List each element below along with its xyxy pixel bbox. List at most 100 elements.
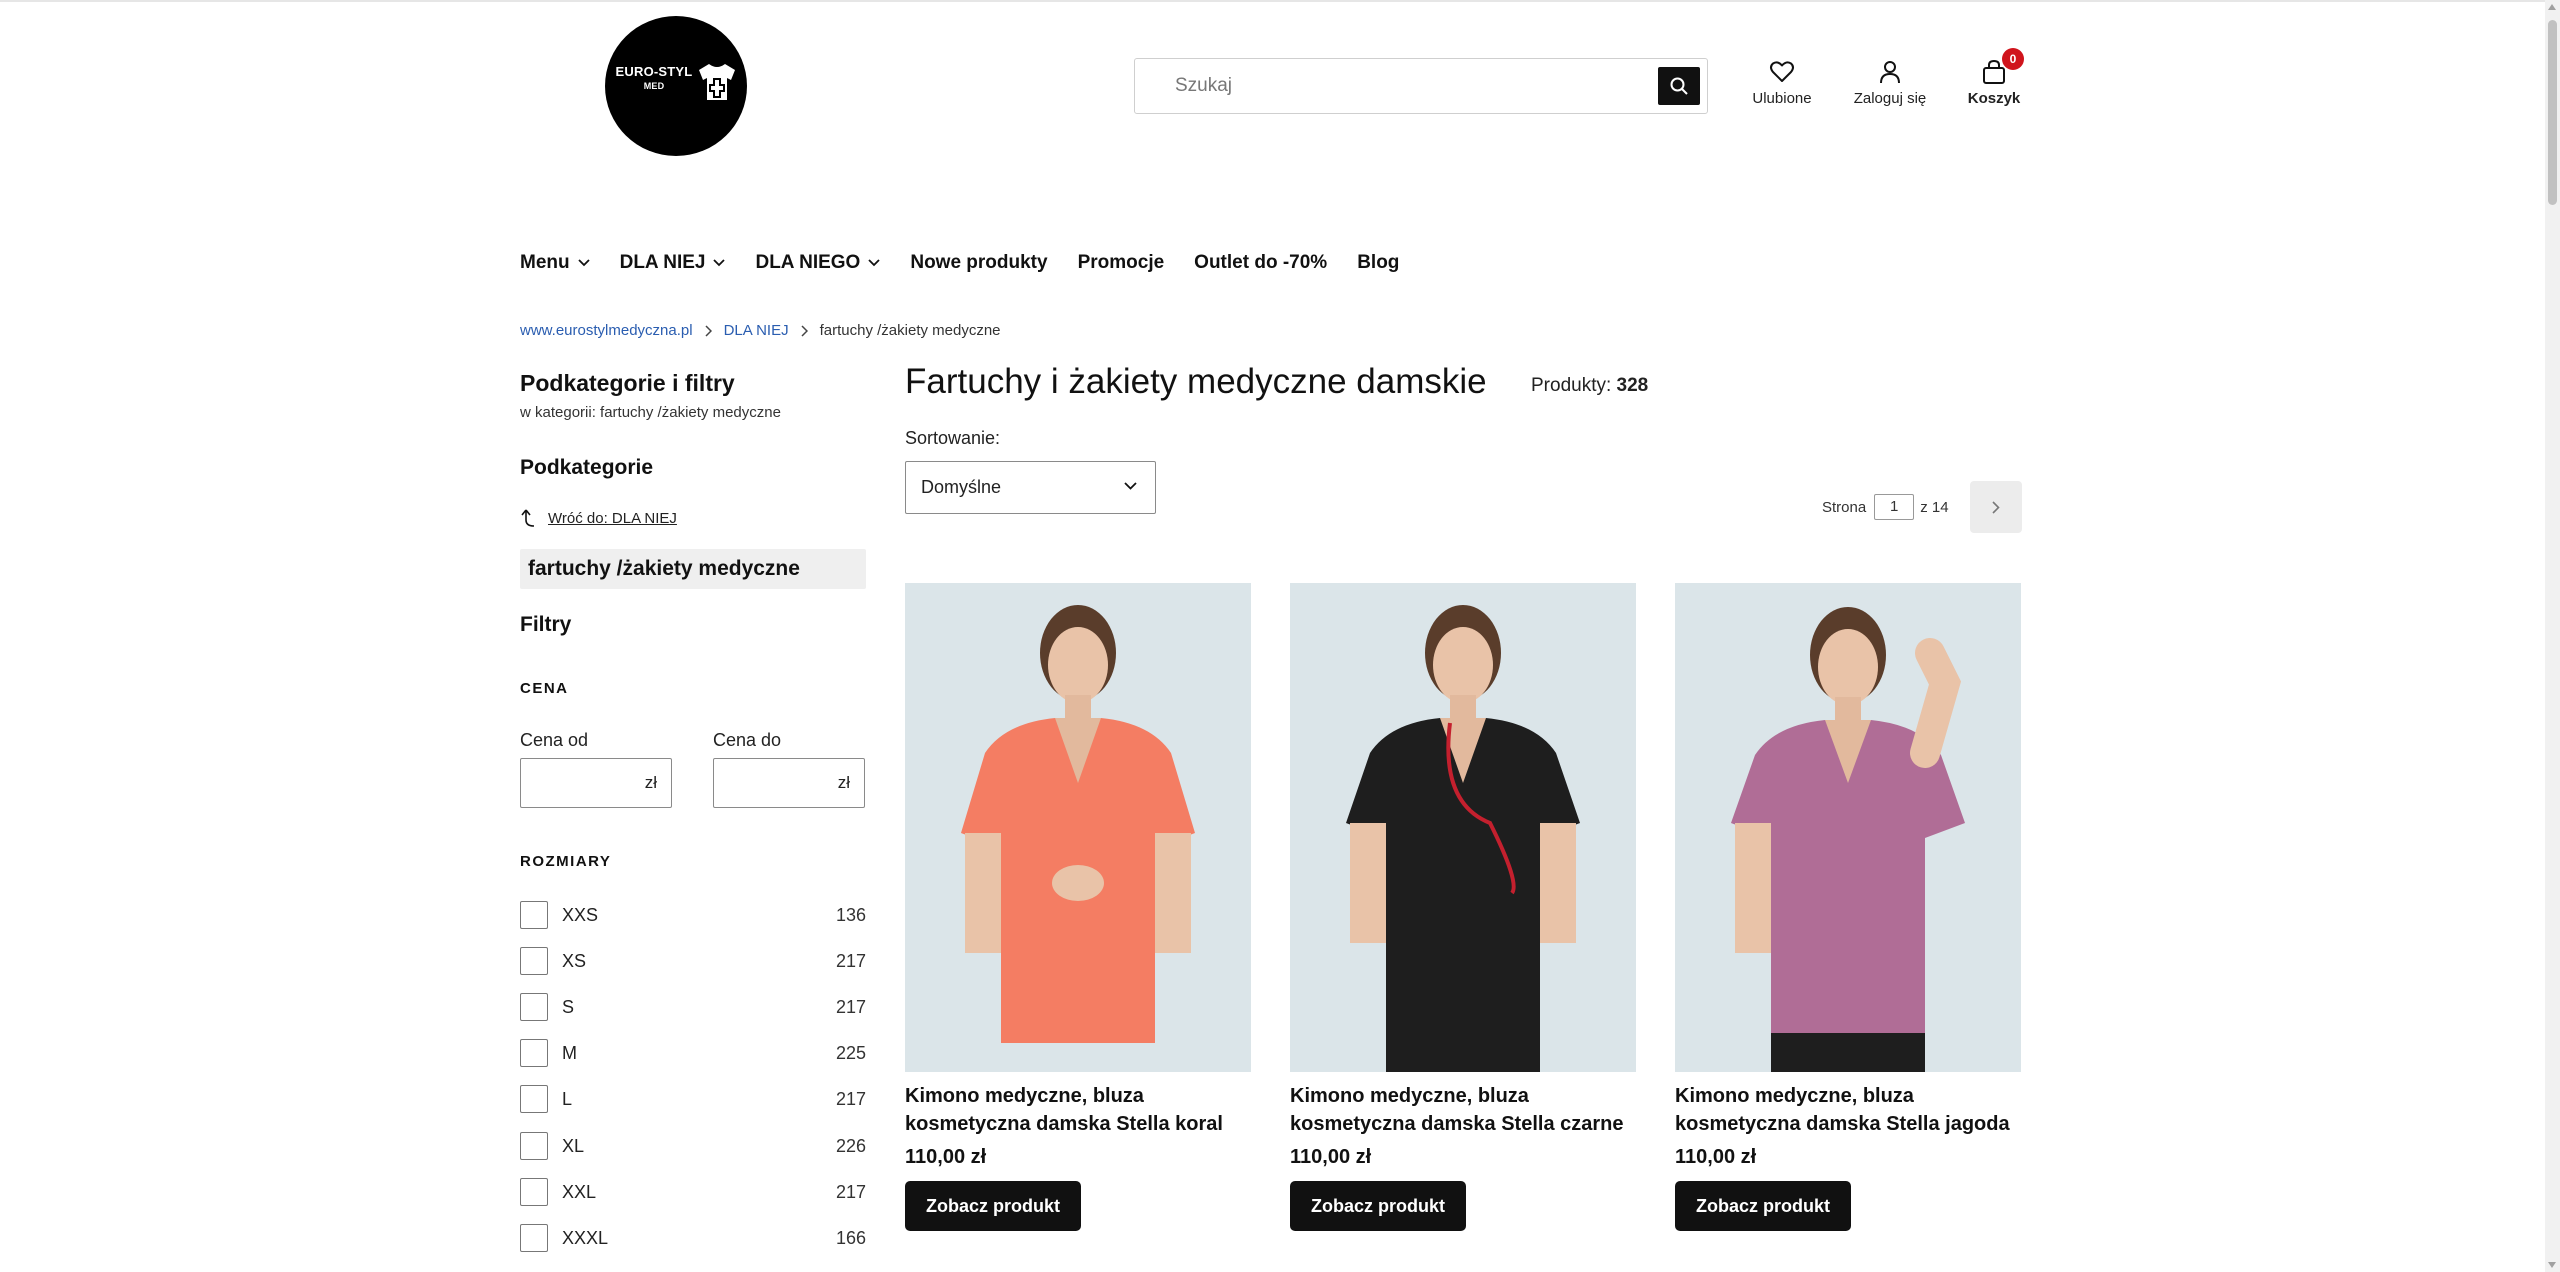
size-checkbox[interactable] — [520, 993, 548, 1021]
logo-text: EURO-STYL MED — [611, 64, 697, 93]
shirt-cross-icon — [699, 64, 735, 100]
size-checkbox[interactable] — [520, 947, 548, 975]
favorites-link[interactable]: Ulubione — [1742, 58, 1822, 107]
product-name[interactable]: Kimono medyczne, bluza kosmetyczna damsk… — [905, 1082, 1251, 1138]
logo[interactable]: EURO-STYL MED — [605, 16, 747, 156]
main-nav: Menu DLA NIEJ DLA NIEGO Nowe produkty Pr… — [520, 248, 1429, 278]
view-product-button[interactable]: Zobacz produkt — [1675, 1181, 1851, 1231]
cart-link[interactable]: 0 Koszyk — [1960, 48, 2028, 107]
size-count: 166 — [835, 1227, 866, 1248]
nav-label: Nowe produkty — [910, 252, 1048, 273]
page-scrollbar[interactable] — [2545, 0, 2560, 1272]
breadcrumb-home-link[interactable]: www.eurostylmedyczna.pl — [520, 322, 693, 339]
favorites-label: Ulubione — [1752, 90, 1812, 107]
view-product-button[interactable]: Zobacz produkt — [905, 1181, 1081, 1231]
product-name[interactable]: Kimono medyczne, bluza kosmetyczna damsk… — [1675, 1082, 2021, 1138]
nav-item-promocje[interactable]: Promocje — [1078, 252, 1165, 274]
size-option[interactable]: XXXL 166 — [520, 1224, 866, 1252]
size-option[interactable]: L 217 — [520, 1085, 866, 1113]
nav-item-dla-niej[interactable]: DLA NIEJ — [620, 252, 726, 274]
size-checkbox[interactable] — [520, 1085, 548, 1113]
filters-heading: Filtry — [520, 613, 572, 636]
subcategories-heading: Podkategorie — [520, 456, 654, 479]
product-photo — [1675, 583, 2021, 1072]
heart-icon — [1770, 61, 1794, 82]
product-price: 110,00 zł — [1290, 1146, 1372, 1168]
breadcrumb: www.eurostylmedyczna.pl DLA NIEJ fartuch… — [520, 322, 1001, 339]
size-checkbox[interactable] — [520, 901, 548, 929]
pagination: Strona 1 z 14 — [1822, 494, 1949, 520]
product-image[interactable] — [1290, 583, 1636, 1072]
sizes-filter-heading: ROZMIARY — [520, 853, 612, 870]
product-image[interactable] — [1675, 583, 2021, 1072]
next-page-button[interactable] — [1970, 481, 2022, 533]
price-filter-heading: CENA — [520, 680, 569, 697]
logo-line1: EURO-STYL — [615, 64, 693, 79]
search-input[interactable] — [1135, 59, 1655, 113]
view-product-button[interactable]: Zobacz produkt — [1290, 1181, 1466, 1231]
nav-label: Promocje — [1077, 252, 1165, 273]
top-border — [0, 0, 2545, 2]
price-from-label: Cena od — [520, 730, 589, 750]
size-option[interactable]: XL 226 — [520, 1132, 866, 1160]
login-link[interactable]: Zaloguj się — [1846, 58, 1934, 107]
size-label: L — [562, 1088, 573, 1109]
size-label: XXXL — [562, 1227, 609, 1248]
price-to-input[interactable] — [714, 759, 824, 807]
product-card[interactable]: Kimono medyczne, bluza kosmetyczna damsk… — [1675, 583, 2021, 1231]
search-button[interactable] — [1658, 67, 1700, 105]
nav-item-nowe-produkty[interactable]: Nowe produkty — [910, 252, 1047, 274]
size-checkbox[interactable] — [520, 1132, 548, 1160]
products-count-value: 328 — [1616, 375, 1649, 396]
chevron-right-icon — [1992, 500, 2000, 514]
size-label: XXS — [562, 904, 599, 925]
back-to-parent-link[interactable]: Wróć do: DLA NIEJ — [520, 508, 677, 528]
size-label: S — [562, 996, 575, 1017]
product-card[interactable]: Kimono medyczne, bluza kosmetyczna damsk… — [905, 583, 1251, 1231]
size-checkbox[interactable] — [520, 1039, 548, 1067]
products-count: Produkty: 328 — [1531, 375, 1648, 397]
search-icon — [1670, 77, 1688, 95]
size-count: 225 — [835, 1042, 866, 1063]
page-number-input[interactable]: 1 — [1874, 494, 1915, 520]
nav-item-outlet[interactable]: Outlet do -70% — [1194, 252, 1327, 274]
size-label: XL — [562, 1135, 585, 1156]
scroll-down-arrow[interactable] — [2548, 1262, 2556, 1268]
size-checkbox[interactable] — [520, 1178, 548, 1206]
size-count: 217 — [835, 950, 866, 971]
sort-select[interactable]: Domyślne — [905, 461, 1156, 514]
breadcrumb-dla-niej-link[interactable]: DLA NIEJ — [724, 322, 789, 339]
chevron-down-icon — [713, 259, 726, 267]
size-option[interactable]: XXL 217 — [520, 1178, 866, 1206]
sidebar-subtitle: w kategorii: fartuchy /żakiety medyczne — [520, 404, 781, 421]
back-arrow-icon — [521, 509, 535, 527]
product-name[interactable]: Kimono medyczne, bluza kosmetyczna damsk… — [1290, 1082, 1636, 1138]
scroll-thumb[interactable] — [2548, 20, 2557, 205]
size-label: M — [562, 1042, 577, 1063]
product-price: 110,00 zł — [1675, 1146, 1757, 1168]
active-category[interactable]: fartuchy /żakiety medyczne — [520, 549, 866, 589]
size-label: XXL — [562, 1181, 597, 1202]
chevron-down-icon — [1124, 482, 1137, 490]
size-option[interactable]: XXS 136 — [520, 901, 866, 929]
chevron-right-icon — [705, 324, 712, 337]
nav-label: DLA NIEJ — [619, 252, 706, 273]
size-label: XS — [562, 950, 587, 971]
back-link-label: Wróć do: DLA NIEJ — [548, 509, 677, 527]
size-option[interactable]: S 217 — [520, 993, 866, 1021]
nav-item-dla-niego[interactable]: DLA NIEGO — [755, 252, 880, 274]
nav-item-menu[interactable]: Menu — [520, 252, 590, 274]
size-count: 226 — [835, 1135, 866, 1156]
size-option[interactable]: M 225 — [520, 1039, 866, 1067]
scroll-up-arrow[interactable] — [2548, 4, 2556, 10]
pager-total: z 14 — [1920, 498, 1949, 516]
size-option[interactable]: XS 217 — [520, 947, 866, 975]
sidebar-title: Podkategorie i filtry — [520, 370, 735, 396]
nav-item-blog[interactable]: Blog — [1357, 252, 1399, 274]
size-checkbox[interactable] — [520, 1224, 548, 1252]
product-image[interactable] — [905, 583, 1251, 1072]
login-label: Zaloguj się — [1853, 90, 1927, 107]
nav-label: Menu — [520, 252, 570, 273]
price-from-input[interactable] — [521, 759, 631, 807]
product-card[interactable]: Kimono medyczne, bluza kosmetyczna damsk… — [1290, 583, 1636, 1231]
